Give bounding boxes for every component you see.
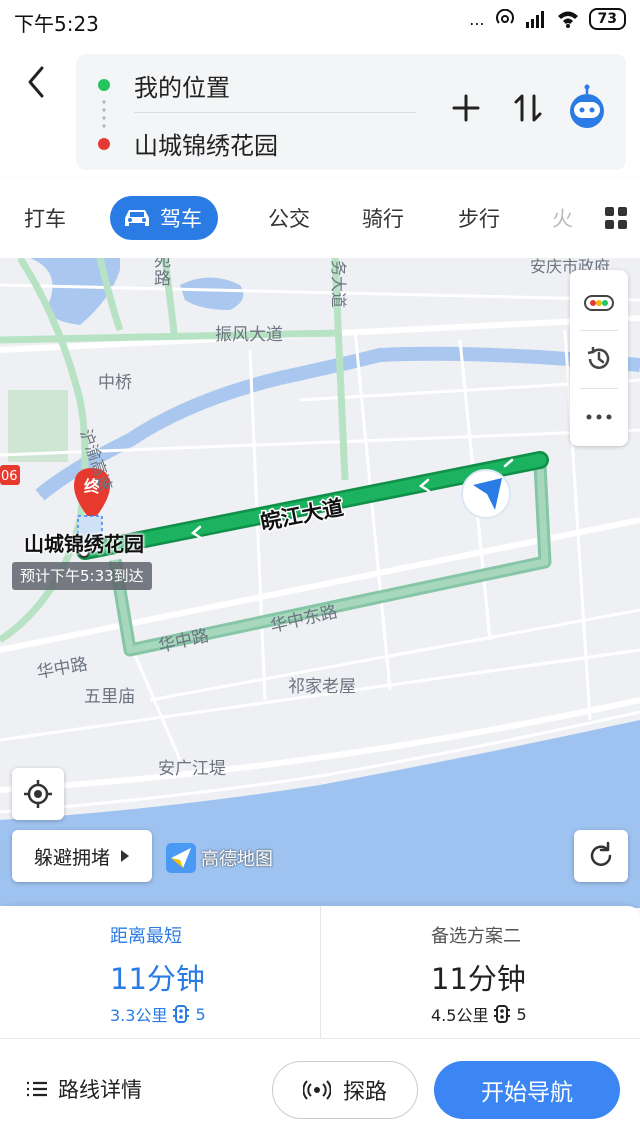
map-label-zhongqiao: 中桥 <box>98 373 132 393</box>
add-waypoint-icon[interactable] <box>446 88 486 128</box>
route-details-label: 路线详情 <box>58 1078 142 1102</box>
traffic-light-count-icon <box>173 1005 190 1023</box>
route-divider <box>134 112 416 113</box>
more-modes-grid-icon[interactable] <box>604 206 628 230</box>
car-icon <box>125 210 149 226</box>
traffic-light-count-icon <box>494 1005 511 1023</box>
plan-2-time: 11分钟 <box>431 962 526 996</box>
destination-map-label: 山城锦绣花园 <box>24 532 144 556</box>
plan-1-lights: 5 <box>195 1004 206 1024</box>
clock-history-icon <box>587 347 610 369</box>
hotspot-icon <box>495 9 514 24</box>
avoid-congestion-button[interactable]: 躲避拥堵 <box>12 830 152 882</box>
route-plan-1[interactable]: 距离最短 11分钟 3.3公里 5 <box>0 906 320 1038</box>
route-connector <box>102 98 106 128</box>
map-label-wu: 务大道 <box>329 260 348 308</box>
plan-2-lights: 5 <box>516 1004 527 1024</box>
amap-logo-icon <box>166 843 196 873</box>
locate-me-button[interactable] <box>12 768 64 820</box>
explore-route-label: 探路 <box>342 1080 387 1105</box>
plan-1-time: 11分钟 <box>110 962 205 996</box>
map-label-huazhong-1: 华中路 <box>157 626 211 657</box>
tab-bus[interactable]: 公交 <box>268 203 310 233</box>
origin-field[interactable]: 我的位置 <box>134 68 230 103</box>
map-label-anguang: 安广江堤 <box>158 759 226 779</box>
start-navigation-button[interactable]: 开始导航 <box>434 1061 620 1119</box>
swap-route-icon[interactable] <box>508 88 548 128</box>
map-side-controls <box>570 270 628 446</box>
traffic-toggle[interactable] <box>570 274 628 332</box>
plan-1-title: 距离最短 <box>110 926 182 947</box>
battery-indicator: 73 <box>588 8 626 30</box>
avoid-congestion-label: 躲避拥堵 <box>33 846 110 869</box>
lake-north <box>180 277 244 310</box>
locate-crosshair-icon <box>24 780 52 808</box>
route-map[interactable]: 终 安庆市政府 振风大道 中桥 沪渝高速 华中东路 华中路 华中路 五里庙 祁家… <box>0 258 640 908</box>
route-header: 我的位置 山城锦绣花园 <box>0 40 640 178</box>
destination-field[interactable]: 山城锦绣花园 <box>134 126 278 161</box>
plan-2-distance: 4.5公里 <box>431 1006 489 1025</box>
signal-icon <box>525 11 544 28</box>
destination-dot <box>98 138 110 150</box>
status-icons: ... 73 <box>469 8 626 30</box>
map-label-lu: 路 <box>154 269 171 289</box>
tab-bike[interactable]: 骑行 <box>362 203 404 233</box>
refresh-route-button[interactable] <box>574 830 628 882</box>
tab-taxi[interactable]: 打车 <box>24 203 66 233</box>
route-details-button[interactable]: 路线详情 <box>26 1074 142 1104</box>
start-navigation-label: 开始导航 <box>481 1080 573 1106</box>
history-button[interactable] <box>570 330 628 388</box>
amap-logo-text: 高德地图 <box>201 849 273 870</box>
tab-train[interactable]: 火 <box>552 203 573 233</box>
highway-shield-text: 06 <box>1 469 18 484</box>
list-icon <box>27 1081 47 1097</box>
map-label-yuan: 苑 <box>154 258 171 271</box>
eta-tag: 预计下午5:33到达 <box>12 562 152 590</box>
route-plan-2[interactable]: 备选方案二 11分钟 4.5公里 5 <box>320 906 640 1038</box>
wifi-icon <box>557 11 578 28</box>
map-label-huazhong-2: 华中路 <box>35 654 89 683</box>
status-time: 下午5:23 <box>14 12 99 36</box>
plan-2-title: 备选方案二 <box>431 926 521 947</box>
map-label-wulimiao: 五里庙 <box>84 687 135 707</box>
explore-route-button[interactable]: 探路 <box>272 1061 418 1119</box>
tab-drive-label: 驾车 <box>160 207 202 231</box>
route-input-box: 我的位置 山城锦绣花园 <box>76 54 626 170</box>
plan-2-meta: 4.5公里 5 <box>431 1002 527 1026</box>
amap-logo: 高德地图 <box>165 842 273 874</box>
plan-1-distance: 3.3公里 <box>110 1006 168 1025</box>
refresh-icon <box>590 841 612 866</box>
sheet-divider <box>0 1038 640 1039</box>
more-dots-icon <box>586 414 612 420</box>
map-label-qijia: 祁家老屋 <box>288 677 356 697</box>
current-location-halo <box>461 469 511 519</box>
tab-walk[interactable]: 步行 <box>458 203 500 233</box>
plan-1-meta: 3.3公里 5 <box>110 1002 206 1026</box>
tab-drive[interactable]: 驾车 <box>110 196 218 240</box>
back-arrow-icon[interactable] <box>22 62 52 102</box>
traffic-light-icon <box>584 295 614 311</box>
assistant-robot-icon[interactable] <box>564 84 610 130</box>
transport-mode-tabs: 打车 驾车 公交 骑行 步行 火 <box>0 178 640 258</box>
more-dots-icon: ... <box>469 9 485 29</box>
route-plans-sheet: 距离最短 11分钟 3.3公里 5 备选方案二 11分钟 4.5公里 5 路线详… <box>0 906 640 1138</box>
origin-dot <box>98 79 110 91</box>
broadcast-icon <box>302 1080 331 1100</box>
more-options-button[interactable] <box>570 388 628 446</box>
status-bar: 下午5:23 ... 73 <box>0 0 640 40</box>
map-label-zhenfeng: 振风大道 <box>215 325 283 345</box>
chevron-right-icon <box>121 850 129 862</box>
